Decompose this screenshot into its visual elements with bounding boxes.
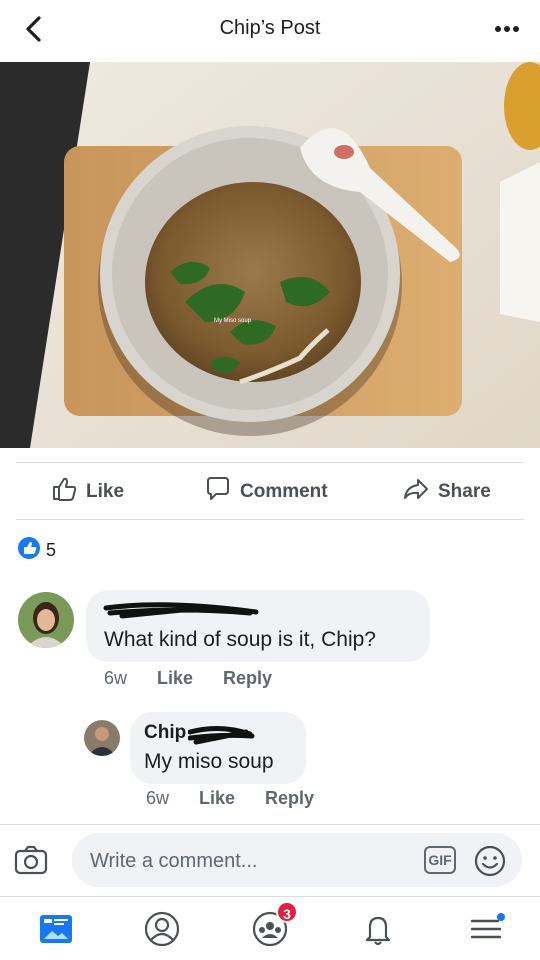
like-reaction-icon — [18, 536, 40, 564]
bell-icon[interactable] — [358, 909, 398, 949]
comment-like-button[interactable]: Like — [199, 788, 235, 809]
comment-time: 6w — [146, 788, 170, 808]
like-button[interactable]: Like — [50, 463, 124, 521]
avatar[interactable] — [18, 592, 74, 648]
speech-bubble-icon — [204, 475, 240, 509]
comment-composer: Write a comment... GIF — [0, 824, 540, 896]
comment-placeholder: Write a comment... — [90, 850, 258, 872]
share-arrow-icon — [402, 475, 438, 509]
reaction-count: 5 — [46, 539, 57, 560]
thumbs-up-icon — [50, 475, 86, 509]
page-title: Chip’s Post — [219, 17, 321, 39]
comment-button[interactable]: Comment — [204, 463, 328, 521]
redacted-name — [188, 726, 255, 745]
comment-bubble: Chip My miso soup — [130, 712, 306, 784]
comment-meta: 6w Like Reply — [104, 668, 302, 689]
avatar[interactable] — [84, 720, 120, 756]
comment-bubble: What kind of soup is it, Chip? — [86, 590, 430, 662]
comment-like-button[interactable]: Like — [157, 668, 193, 689]
comment-text: My miso soup — [144, 750, 274, 773]
post-action-bar: Like Comment Share — [16, 462, 524, 520]
redacted-name — [103, 602, 259, 619]
smiley-icon[interactable] — [474, 845, 506, 882]
reaction-summary[interactable]: 5 — [18, 536, 57, 564]
comment-text: What kind of soup is it, Chip? — [104, 628, 376, 651]
camera-icon[interactable] — [14, 845, 48, 880]
comment-time: 6w — [104, 668, 128, 688]
comment-input[interactable]: Write a comment... GIF — [72, 833, 522, 887]
share-button[interactable]: Share — [402, 463, 491, 521]
gif-button[interactable]: GIF — [424, 846, 456, 874]
comment-reply-button[interactable]: Reply — [223, 668, 272, 689]
post-photo[interactable]: My Miso soup — [0, 62, 540, 448]
comment-label: Comment — [240, 481, 328, 502]
notification-badge: 3 — [276, 901, 298, 923]
profile-icon[interactable] — [142, 909, 182, 949]
news-feed-icon[interactable] — [36, 909, 76, 949]
share-label: Share — [438, 481, 491, 502]
photo-caption: My Miso soup — [214, 318, 252, 324]
menu-icon[interactable] — [466, 909, 506, 949]
comment-author[interactable]: Chip — [144, 722, 186, 744]
comment-meta: 6w Like Reply — [146, 788, 344, 809]
bottom-nav: 3 — [0, 896, 540, 960]
more-dots-icon[interactable] — [492, 14, 522, 44]
comment-reply-button[interactable]: Reply — [265, 788, 314, 809]
like-label: Like — [86, 481, 125, 502]
post-header: Chip’s Post — [0, 0, 540, 60]
